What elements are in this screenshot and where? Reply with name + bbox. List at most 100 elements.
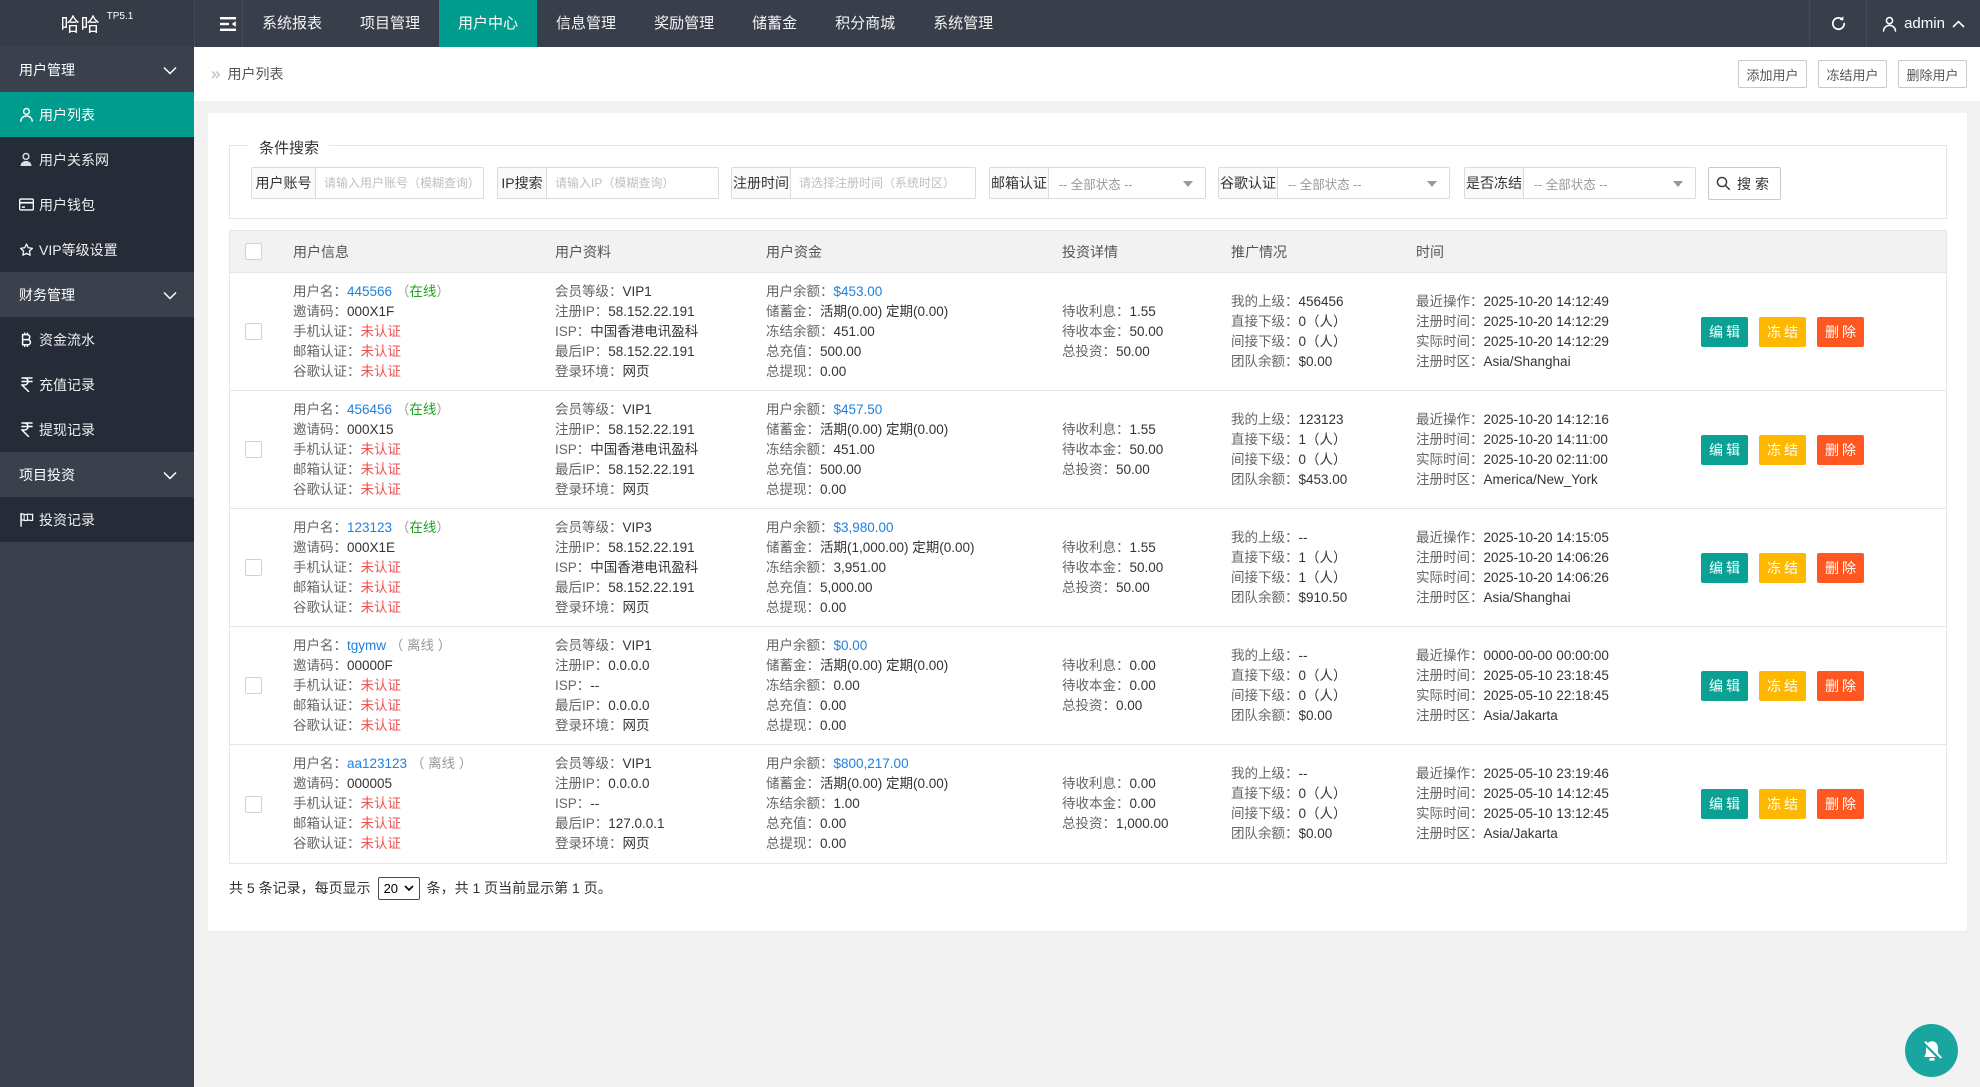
topnav-item-7[interactable]: 积分商城 <box>816 0 914 47</box>
search-button[interactable]: 搜索 <box>1708 167 1781 200</box>
row-checkbox[interactable] <box>245 796 262 813</box>
topnav-item-3[interactable]: 用户中心 <box>439 0 537 47</box>
user-name: admin <box>1904 15 1945 32</box>
search-input-1[interactable] <box>315 167 484 199</box>
delete-user-button[interactable]: 删除用户 <box>1898 60 1967 88</box>
row-checkbox[interactable] <box>245 441 262 458</box>
field-label: 用户余额： <box>766 638 834 653</box>
savings: 活期(0.00) 定期(0.00) <box>820 658 948 673</box>
sidebar-group-2[interactable]: 财务管理 <box>0 272 194 317</box>
delete-button[interactable]: 删除 <box>1817 671 1864 701</box>
delete-button[interactable]: 删除 <box>1817 435 1864 465</box>
username-link[interactable]: 123123 <box>347 520 392 535</box>
username-link[interactable]: 445566 <box>347 284 392 299</box>
field-line: 邀请码：000X1E <box>293 538 555 558</box>
row-checkbox[interactable] <box>245 323 262 340</box>
field-label: 注册IP： <box>555 776 608 791</box>
topnav-item-8[interactable]: 系统管理 <box>914 0 1012 47</box>
topnav-item-5[interactable]: 奖励管理 <box>635 0 733 47</box>
logo[interactable]: 哈哈 TP5.1 <box>0 0 194 47</box>
sidebar-item-2-2[interactable]: 充值记录 <box>0 362 194 407</box>
delete-button[interactable]: 删除 <box>1817 553 1864 583</box>
edit-button[interactable]: 编辑 <box>1701 789 1748 819</box>
field-label: 团队余额： <box>1231 354 1299 369</box>
topnav-item-2[interactable]: 项目管理 <box>341 0 439 47</box>
sidebar-item-1-1[interactable]: 用户列表 <box>0 92 194 137</box>
search-button-label: 搜索 <box>1737 174 1773 194</box>
field-label: 登录环境： <box>555 836 623 851</box>
field-line: 实际时间：2025-10-20 14:06:26 <box>1416 568 1691 588</box>
search-input-3[interactable] <box>790 167 976 199</box>
row-checkbox[interactable] <box>245 559 262 576</box>
field-line: ISP：中国香港电讯盈科 <box>555 322 766 342</box>
sidebar-item-2-3[interactable]: 提现记录 <box>0 407 194 452</box>
field-line: 间接下级：1（人） <box>1231 568 1416 588</box>
select-all-checkbox[interactable] <box>245 243 262 260</box>
edit-button[interactable]: 编辑 <box>1701 553 1748 583</box>
status-paren: ） <box>436 284 450 299</box>
topnav-item-6[interactable]: 储蓄金 <box>733 0 816 47</box>
freeze-button[interactable]: 冻结 <box>1759 317 1806 347</box>
google-auth-status: 未认证 <box>361 600 402 615</box>
sidebar-group-1[interactable]: 用户管理 <box>0 47 194 92</box>
search-select-6[interactable]: -- 全部状态 -- <box>1523 167 1696 199</box>
field-label: 总提现： <box>766 482 820 497</box>
edit-button[interactable]: 编辑 <box>1701 671 1748 701</box>
rupee-icon <box>19 422 34 437</box>
field-line: 谷歌认证：未认证 <box>293 834 555 854</box>
sidebar-item-3-1[interactable]: 投资记录 <box>0 497 194 542</box>
edit-button[interactable]: 编辑 <box>1701 317 1748 347</box>
edit-button[interactable]: 编辑 <box>1701 435 1748 465</box>
username-link[interactable]: aa123123 <box>347 756 407 771</box>
field-label: 我的上级： <box>1231 530 1299 545</box>
search-select-4[interactable]: -- 全部状态 -- <box>1048 167 1206 199</box>
field-line: 总提现：0.00 <box>766 716 1062 736</box>
field-label: 团队余额： <box>1231 826 1299 841</box>
sidebar-group-3[interactable]: 项目投资 <box>0 452 194 497</box>
notification-toggle-button[interactable] <box>1905 1024 1958 1077</box>
field-label: 手机认证： <box>293 442 361 457</box>
field-line: 注册时间：2025-05-10 23:18:45 <box>1416 666 1691 686</box>
username-link[interactable]: tgymw <box>347 638 386 653</box>
field-line: ISP：中国香港电讯盈科 <box>555 558 766 578</box>
refresh-button[interactable] <box>1810 0 1866 47</box>
search-select-5[interactable]: -- 全部状态 -- <box>1277 167 1450 199</box>
cell-invest-detail: 待收利息：1.55待收本金：50.00总投资：50.00 <box>1062 509 1231 626</box>
direct-subordinates: 0（人） <box>1299 786 1347 801</box>
username-link[interactable]: 456456 <box>347 402 392 417</box>
freeze-button[interactable]: 冻结 <box>1759 789 1806 819</box>
search-input-2[interactable] <box>546 167 719 199</box>
row-checkbox[interactable] <box>245 677 262 694</box>
delete-button[interactable]: 删除 <box>1817 789 1864 819</box>
last-operation-time: 2025-10-20 14:12:49 <box>1484 294 1609 309</box>
sidebar-item-1-3[interactable]: 用户钱包 <box>0 182 194 227</box>
login-env: 网页 <box>623 364 650 379</box>
real-time: 2025-05-10 13:12:45 <box>1484 806 1609 821</box>
field-label: 待收利息： <box>1062 776 1130 791</box>
field-label: 间接下级： <box>1231 334 1299 349</box>
member-level: VIP1 <box>623 638 652 653</box>
sidebar-item-2-1[interactable]: 资金流水 <box>0 317 194 362</box>
cell-user-profile: 会员等级：VIP1注册IP：58.152.22.191ISP：中国香港电讯盈科最… <box>555 273 766 390</box>
freeze-button[interactable]: 冻结 <box>1759 435 1806 465</box>
sidebar-item-1-2[interactable]: 用户关系网 <box>0 137 194 182</box>
page-size-select[interactable]: 20 <box>378 877 420 900</box>
hamburger-menu-icon[interactable] <box>213 0 243 47</box>
add-user-button[interactable]: 添加用户 <box>1738 60 1807 88</box>
row-checkbox-cell <box>230 627 293 744</box>
field-line: 总充值：500.00 <box>766 460 1062 480</box>
freeze-user-button[interactable]: 冻结用户 <box>1818 60 1887 88</box>
field-line: 我的上级：123123 <box>1231 410 1416 430</box>
delete-button[interactable]: 删除 <box>1817 317 1864 347</box>
last-ip: 0.0.0.0 <box>608 698 649 713</box>
user-menu[interactable]: admin <box>1867 0 1980 47</box>
freeze-button[interactable]: 冻结 <box>1759 671 1806 701</box>
topnav-item-1[interactable]: 系统报表 <box>243 0 341 47</box>
topnav-item-4[interactable]: 信息管理 <box>537 0 635 47</box>
sidebar-item-1-4[interactable]: VIP等级设置 <box>0 227 194 272</box>
balance: $0.00 <box>834 638 868 653</box>
cell-user-info: 用户名：tgymw （ 离线 ）邀请码：00000F手机认证：未认证邮箱认证：未… <box>293 627 555 744</box>
field-line: 总投资：50.00 <box>1062 460 1231 480</box>
cell-user-funds: 用户余额：$3,980.00储蓄金：活期(1,000.00) 定期(0.00)冻… <box>766 509 1062 626</box>
freeze-button[interactable]: 冻结 <box>1759 553 1806 583</box>
